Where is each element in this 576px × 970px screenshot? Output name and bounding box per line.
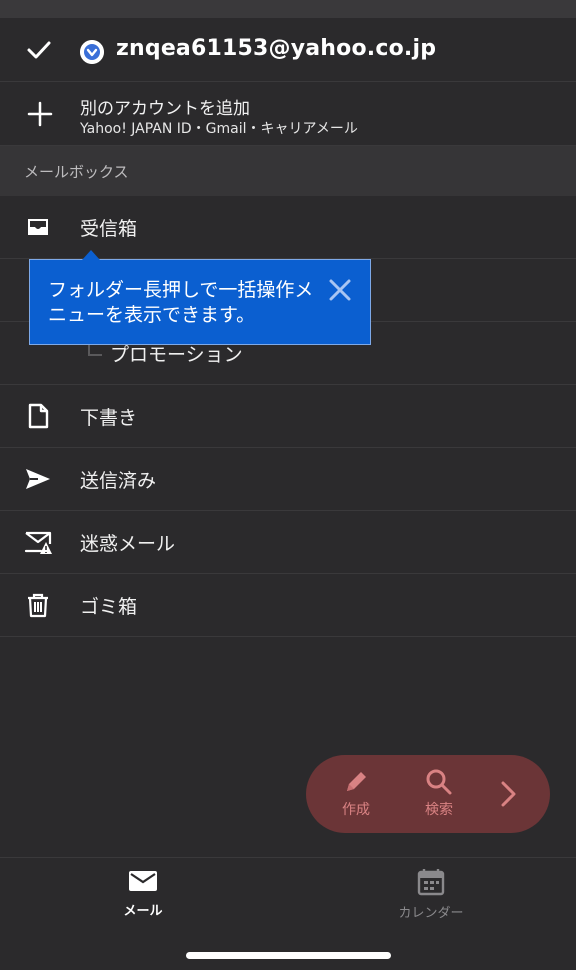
- home-indicator: [186, 952, 391, 959]
- mailbox-section-header: メールボックス: [0, 146, 576, 196]
- folder-label: 受信箱: [80, 218, 138, 240]
- compose-button[interactable]: 作成: [326, 767, 386, 823]
- tab-mail[interactable]: メール: [83, 868, 203, 928]
- action-fab: 作成 検索: [306, 755, 550, 833]
- draft-icon: [28, 403, 49, 429]
- add-account-row[interactable]: 別のアカウントを追加 Yahoo! JAPAN ID・Gmail・キャリアメール: [0, 82, 576, 146]
- folder-trash[interactable]: ゴミ箱: [0, 574, 576, 637]
- yahoo-account-icon: [80, 40, 104, 64]
- folder-label: 迷惑メール: [80, 533, 176, 555]
- status-bar: [0, 0, 576, 18]
- inbox-icon: [28, 219, 48, 235]
- folder-sent[interactable]: 送信済み: [0, 448, 576, 511]
- add-account-title: 別のアカウントを追加: [80, 99, 250, 119]
- mail-icon: [129, 871, 157, 891]
- account-email: znqea61153@yahoo.co.jp: [116, 36, 437, 61]
- chevron-right-icon[interactable]: [498, 779, 520, 809]
- trash-icon: [28, 593, 48, 618]
- tab-calendar-label: カレンダー: [398, 906, 464, 921]
- tooltip-text: フォルダー長押しで一括操作メニューを表示できます。: [48, 279, 314, 326]
- tooltip-arrow: [82, 250, 100, 260]
- search-icon: [426, 769, 452, 795]
- send-icon: [26, 469, 50, 489]
- plus-icon: [27, 101, 53, 127]
- folder-tip-tooltip: フォルダー長押しで一括操作メニューを表示できます。: [29, 250, 371, 345]
- search-label: 検索: [425, 802, 453, 818]
- compose-label: 作成: [342, 802, 370, 818]
- add-account-subtitle: Yahoo! JAPAN ID・Gmail・キャリアメール: [80, 121, 358, 137]
- folder-label: ゴミ箱: [80, 596, 138, 618]
- folder-spam[interactable]: 迷惑メール: [0, 511, 576, 574]
- tab-calendar[interactable]: カレンダー: [371, 868, 491, 928]
- tab-mail-label: メール: [123, 904, 163, 919]
- folder-drafts[interactable]: 下書き: [0, 385, 576, 448]
- folder-label: 送信済み: [80, 470, 157, 492]
- spam-icon: [24, 531, 52, 554]
- calendar-icon: [417, 869, 445, 896]
- pencil-icon: [347, 772, 366, 791]
- account-row[interactable]: znqea61153@yahoo.co.jp: [0, 18, 576, 82]
- search-button[interactable]: 検索: [409, 767, 469, 823]
- folder-label: 下書き: [80, 407, 138, 429]
- checkmark-icon: [27, 41, 51, 59]
- close-icon[interactable]: [328, 278, 352, 302]
- mailbox-section-title: メールボックス: [24, 163, 129, 181]
